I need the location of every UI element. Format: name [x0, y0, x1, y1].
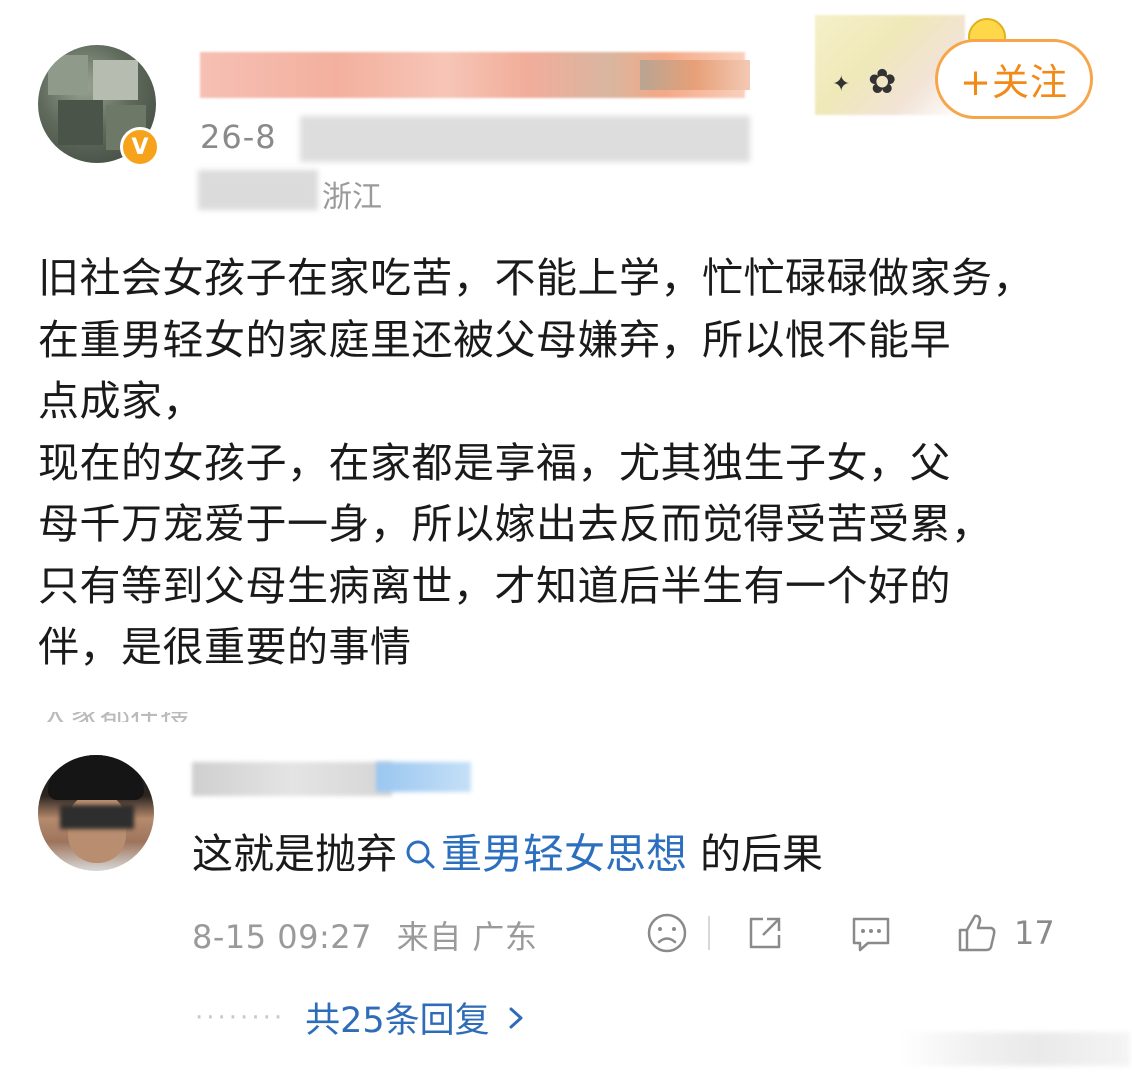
- share-icon[interactable]: [738, 906, 792, 960]
- commenter-avatar[interactable]: [38, 755, 154, 871]
- follow-button[interactable]: +关注: [935, 39, 1093, 119]
- replies-row[interactable]: ········ 共25条回复: [195, 992, 526, 1043]
- search-icon: [406, 840, 435, 869]
- post-timestamp: 26-8: [200, 118, 277, 156]
- comment-actions: 17: [640, 905, 1055, 961]
- replies-link[interactable]: 共25条回复: [305, 992, 490, 1043]
- comment-meta: 8-15 09:27 来自 广东: [192, 912, 537, 958]
- verified-badge-icon: V: [120, 127, 160, 167]
- replies-dots: ········: [195, 1002, 286, 1033]
- location-text: 浙江: [322, 180, 382, 215]
- sparkle-icon: ✦: [832, 72, 851, 97]
- post-body-text: 旧社会女孩子在家吃苦，不能上学，忙忙碌碌做家务， 在重男轻女的家庭里还被父母嫌弃…: [38, 254, 1034, 671]
- post-device-blurred: [198, 170, 318, 210]
- watermark-blurred: [900, 1032, 1130, 1066]
- commenter-badge-blurred: [376, 762, 471, 792]
- comment-icon[interactable]: [844, 906, 898, 960]
- flower-icon: ✿: [868, 62, 897, 102]
- comment-text: 这就是抛弃 重男轻女思想 的后果: [192, 820, 823, 880]
- topic-link[interactable]: 重男轻女思想: [441, 830, 687, 878]
- dislike-icon[interactable]: [640, 906, 694, 960]
- chevron-right-icon: [509, 1007, 523, 1028]
- like-icon[interactable]: [950, 906, 1004, 960]
- like-count: 17: [1014, 914, 1055, 952]
- comment-text-suffix: 的后果: [687, 830, 824, 878]
- author-name-blurred-tail: [640, 60, 750, 90]
- truncated-line: 大家都在搜: [40, 712, 240, 722]
- action-divider: [708, 916, 710, 950]
- post-meta-blurred: [300, 116, 750, 162]
- comment-text-prefix: 这就是抛弃: [192, 830, 397, 878]
- comment-source: 来自 广东: [396, 918, 538, 956]
- comment-time: 8-15 09:27: [192, 918, 373, 956]
- commenter-name-blurred[interactable]: [192, 762, 392, 796]
